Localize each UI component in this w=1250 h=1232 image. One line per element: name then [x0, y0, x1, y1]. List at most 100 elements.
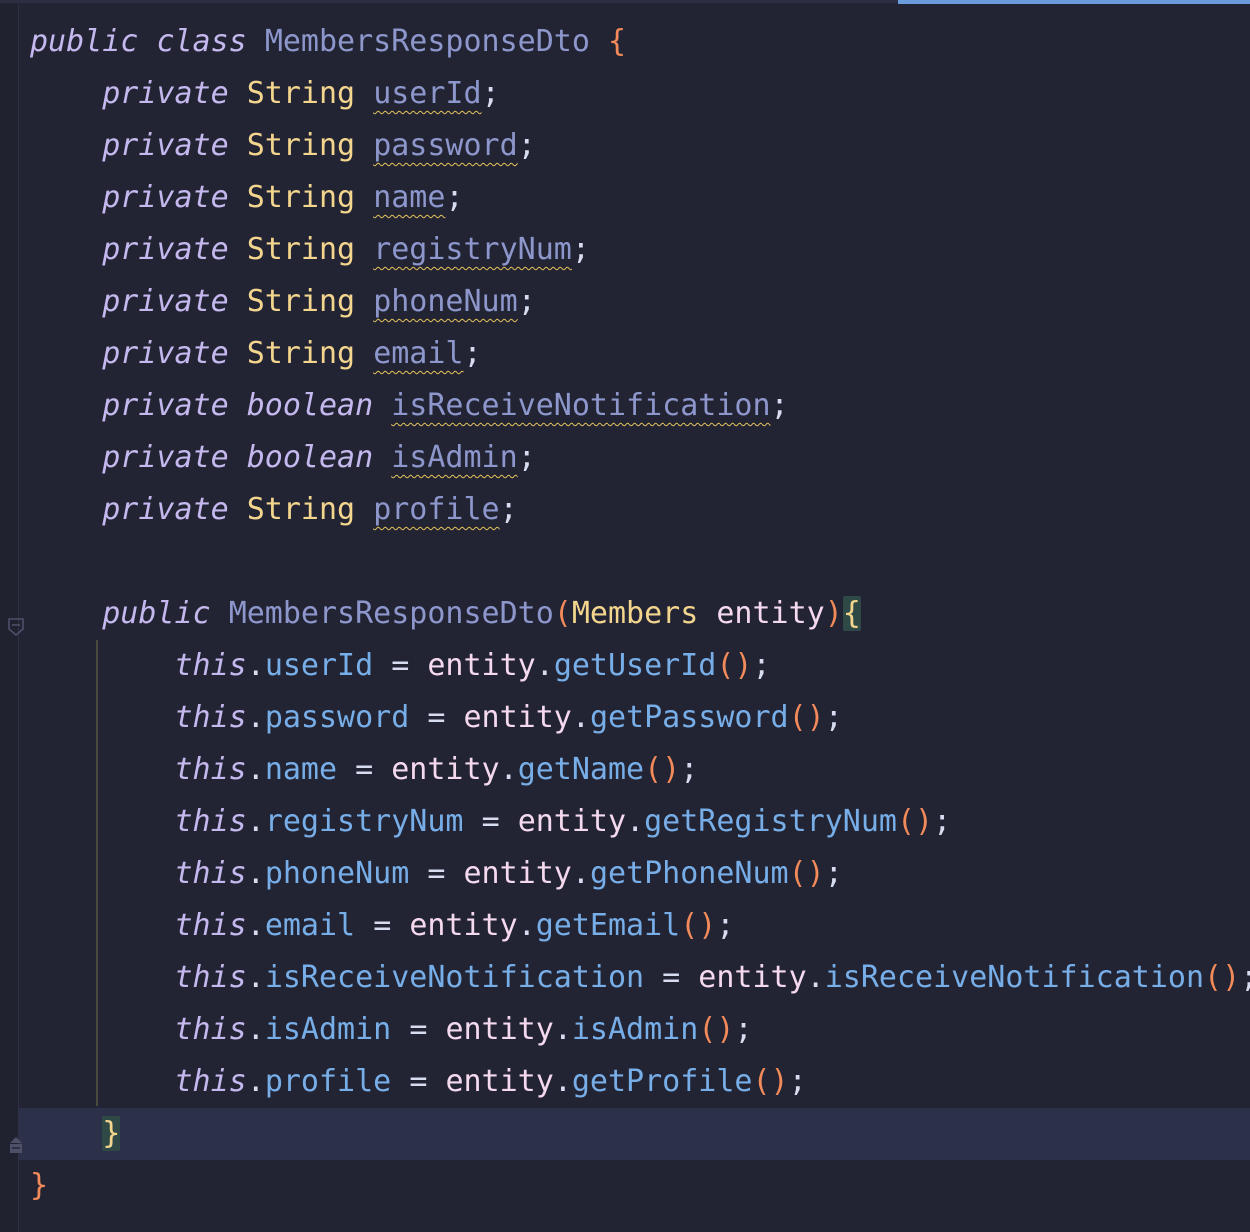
field-name: name [373, 180, 446, 215]
code-line-class-close[interactable]: } [30, 1160, 48, 1212]
field-modifier: private [102, 440, 229, 475]
field-modifier: private [102, 76, 229, 111]
code-line-field[interactable]: private String userId; [30, 68, 499, 120]
field-modifier: private [102, 180, 229, 215]
field-modifier: private [102, 492, 229, 527]
code-line-assignment[interactable]: this.password = entity.getPassword(); [30, 692, 843, 744]
entity-ref: entity [463, 856, 572, 891]
code-line-assignment[interactable]: this.profile = entity.getProfile(); [30, 1056, 807, 1108]
code-line-field[interactable]: private String phoneNum; [30, 276, 536, 328]
entity-ref: entity [445, 1064, 554, 1099]
code-line-assignment[interactable]: this.isAdmin = entity.isAdmin(); [30, 1004, 753, 1056]
field-modifier: private [102, 284, 229, 319]
keyword-class: class [156, 24, 247, 59]
code-line-field[interactable]: private String email; [30, 328, 481, 380]
method-call: getName [517, 752, 645, 787]
entity-ref: entity [517, 804, 627, 839]
assigned-field: name [264, 752, 338, 787]
field-type: String [246, 76, 356, 111]
entity-ref: entity [427, 648, 536, 683]
this-keyword: this [174, 856, 247, 891]
field-type: String [246, 284, 356, 319]
this-keyword: this [174, 1012, 247, 1047]
code-line-assignment[interactable]: this.isReceiveNotification = entity.isRe… [30, 952, 1250, 1004]
param-name: entity [716, 596, 825, 631]
method-call: isReceiveNotification [824, 960, 1205, 995]
assigned-field: isAdmin [264, 1012, 392, 1047]
param-type: Members [571, 596, 699, 631]
assigned-field: phoneNum [264, 856, 410, 891]
this-keyword: this [174, 1064, 247, 1099]
method-call: getPassword [589, 700, 789, 735]
field-type: String [246, 180, 356, 215]
editor-gutter[interactable] [0, 4, 24, 1232]
assigned-field: userId [264, 648, 374, 683]
entity-ref: entity [698, 960, 807, 995]
constructor-name: MembersResponseDto [228, 596, 554, 631]
keyword-public: public [30, 24, 139, 59]
code-line-field[interactable]: private String password; [30, 120, 536, 172]
horizontal-scroll-indicator[interactable] [898, 0, 1250, 4]
current-line-highlight [0, 1108, 1250, 1160]
field-name: isReceiveNotification [391, 388, 771, 423]
code-line-assignment[interactable]: this.registryNum = entity.getRegistryNum… [30, 796, 952, 848]
this-keyword: this [174, 700, 247, 735]
field-type: boolean [246, 388, 374, 423]
method-call: getUserId [553, 648, 717, 683]
assigned-field: profile [264, 1064, 392, 1099]
entity-ref: entity [445, 1012, 554, 1047]
class-close-brace: } [30, 1168, 49, 1203]
assigned-field: email [264, 908, 356, 943]
code-line-field[interactable]: private boolean isAdmin; [30, 432, 536, 484]
code-line-assignment[interactable]: this.phoneNum = entity.getPhoneNum(); [30, 848, 843, 900]
code-line-field[interactable]: private boolean isReceiveNotification; [30, 380, 788, 432]
lock-icon[interactable] [8, 1128, 26, 1153]
entity-ref: entity [391, 752, 500, 787]
entity-ref: entity [409, 908, 518, 943]
this-keyword: this [174, 804, 247, 839]
method-call: getEmail [535, 908, 681, 943]
field-modifier: private [102, 336, 229, 371]
field-type: String [246, 232, 356, 267]
this-keyword: this [174, 908, 247, 943]
code-editor[interactable]: public class MembersResponseDto { privat… [0, 0, 1250, 1232]
assigned-field: registryNum [264, 804, 464, 839]
code-line-assignment[interactable]: this.name = entity.getName(); [30, 744, 699, 796]
code-line-constructor[interactable]: public MembersResponseDto(Members entity… [30, 588, 861, 640]
this-keyword: this [174, 960, 247, 995]
fold-marker-icon[interactable] [8, 610, 26, 637]
field-modifier: private [102, 388, 229, 423]
code-line-field[interactable]: private String profile; [30, 484, 517, 536]
assigned-field: isReceiveNotification [264, 960, 645, 995]
entity-ref: entity [463, 700, 572, 735]
method-call: getPhoneNum [589, 856, 789, 891]
field-name: phoneNum [373, 284, 518, 319]
method-call: isAdmin [571, 1012, 699, 1047]
constructor-close-brace: } [102, 1116, 121, 1151]
constructor-open-brace: { [842, 596, 861, 631]
method-call: getRegistryNum [644, 804, 897, 839]
class-open-brace: { [607, 24, 627, 59]
code-line-assignment[interactable]: this.userId = entity.getUserId(); [30, 640, 771, 692]
method-call: getProfile [571, 1064, 753, 1099]
code-line-field[interactable]: private String registryNum; [30, 224, 590, 276]
field-name: password [373, 128, 518, 163]
field-modifier: private [102, 232, 229, 267]
field-type: String [246, 128, 356, 163]
field-modifier: private [102, 128, 229, 163]
code-line-assignment[interactable]: this.email = entity.getEmail(); [30, 900, 735, 952]
this-keyword: this [174, 752, 247, 787]
assigned-field: password [264, 700, 410, 735]
code-line-constructor-close[interactable]: } [30, 1108, 121, 1160]
field-name: isAdmin [391, 440, 518, 475]
code-line-field[interactable]: private String name; [30, 172, 463, 224]
constructor-modifier: public [102, 596, 211, 631]
field-type: String [246, 492, 356, 527]
field-name: userId [373, 76, 482, 111]
code-line-class-declaration[interactable]: public class MembersResponseDto { [30, 16, 626, 68]
field-name: email [373, 336, 464, 371]
field-name: profile [373, 492, 500, 527]
class-name: MembersResponseDto [264, 24, 590, 59]
field-type: String [246, 336, 356, 371]
this-keyword: this [174, 648, 247, 683]
